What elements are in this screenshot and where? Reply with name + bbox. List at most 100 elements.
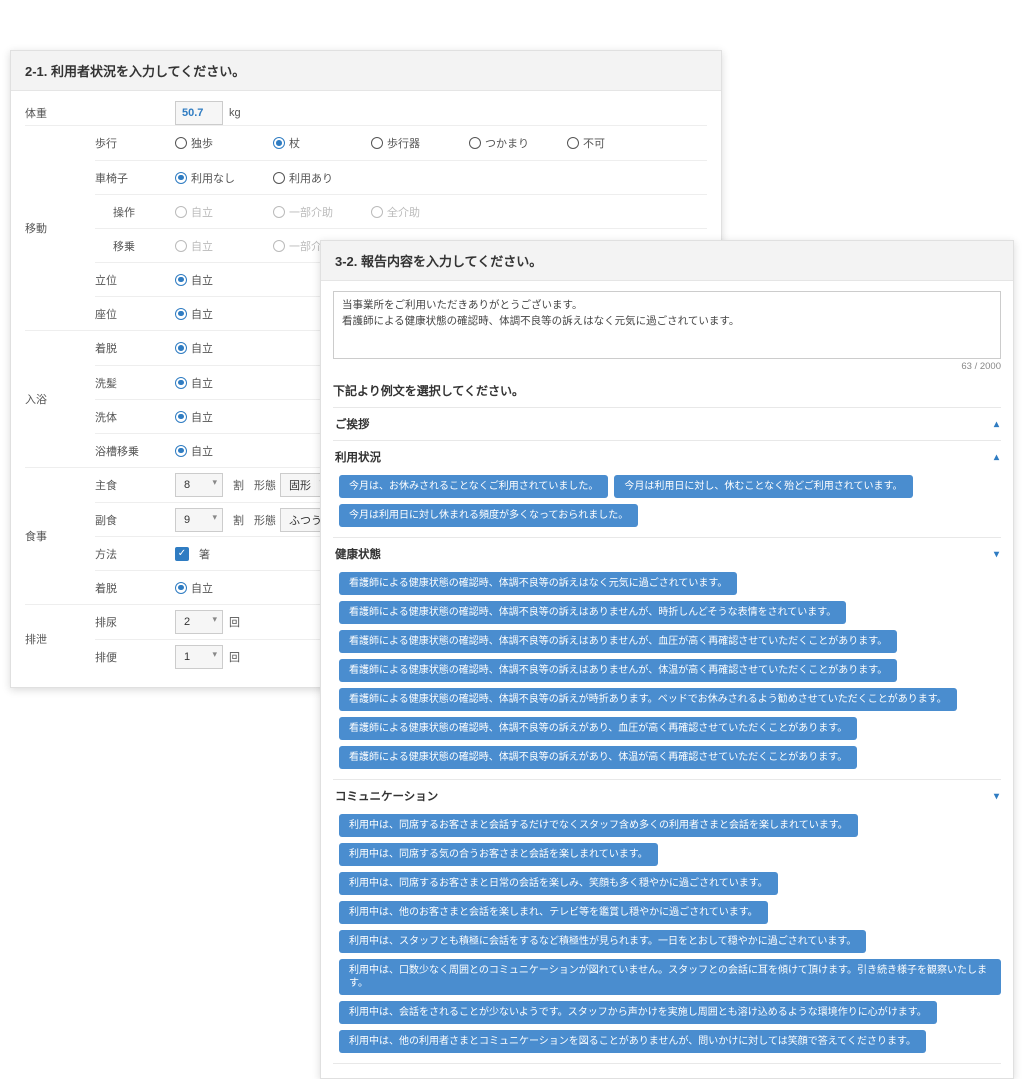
accordion-title: 健康状態 xyxy=(335,546,381,562)
radio-option[interactable]: 自立 xyxy=(175,580,267,596)
example-chip[interactable]: 利用中は、会話をされることが少ないようです。スタッフから声かけを実施し周囲とも溶… xyxy=(339,1001,937,1024)
example-chip[interactable]: 利用中は、同席するお客さまと会話するだけでなくスタッフ含め多くの利用者さまと会話… xyxy=(339,814,858,837)
example-chip[interactable]: 看護師による健康状態の確認時、体調不良等の訴えはありませんが、体温が高く再確認さ… xyxy=(339,659,897,682)
example-chip[interactable]: 利用中は、同席する気の合うお客さまと会話を楽しまれています。 xyxy=(339,843,658,866)
row-wheelchair: 車椅子利用なし利用あり xyxy=(95,160,707,194)
sublabel: 移乗 xyxy=(95,238,175,254)
radio-option[interactable]: 歩行器 xyxy=(371,135,463,151)
accordion-header[interactable]: コミュニケーション▾ xyxy=(333,780,1001,812)
radio-icon xyxy=(175,137,187,149)
accordion-header[interactable]: ご挨拶▴ xyxy=(333,408,1001,440)
radio-option[interactable]: 杖 xyxy=(273,135,365,151)
meal-label: 食事 xyxy=(25,468,95,604)
radio-option[interactable]: 自立 xyxy=(175,409,267,425)
accordion-section: コミュニケーション▾利用中は、同席するお客さまと会話するだけでなくスタッフ含め多… xyxy=(333,779,1001,1064)
example-chip[interactable]: 今月は、お休みされることなくご利用されていました。 xyxy=(339,475,608,498)
radio-option[interactable]: 自立 xyxy=(175,272,267,288)
example-chip[interactable]: 利用中は、他のお客さまと会話を楽しまれ、テレビ等を鑑賞し穏やかに過ごされています… xyxy=(339,901,768,924)
staple-value-select[interactable]: 8 xyxy=(175,473,223,497)
radio-icon xyxy=(371,137,383,149)
sublabel: 操作 xyxy=(95,204,175,220)
radio-icon xyxy=(175,308,187,320)
example-chip[interactable]: 看護師による健康状態の確認時、体調不良等の訴えが時折あります。ベッドでお休みされ… xyxy=(339,688,957,711)
example-chip[interactable]: 今月は利用日に対し休まれる頻度が多くなっておられました。 xyxy=(339,504,638,527)
example-header: 下記より例文を選択してください。 xyxy=(333,382,1001,399)
bath-label: 入浴 xyxy=(25,331,95,467)
stool-value-select[interactable]: 1 xyxy=(175,645,223,669)
section-title-3-2: 3-2. 報告内容を入力してください。 xyxy=(321,241,1013,281)
side-value-select[interactable]: 9 xyxy=(175,508,223,532)
chip-list: 今月は、お休みされることなくご利用されていました。今月は利用日に対し、休むことな… xyxy=(333,473,1001,537)
example-accordion: ご挨拶▴利用状況▴今月は、お休みされることなくご利用されていました。今月は利用日… xyxy=(333,407,1001,1064)
radio-icon xyxy=(273,240,285,252)
accordion-title: ご挨拶 xyxy=(335,416,370,432)
radio-label: 自立 xyxy=(191,272,213,288)
radio-label: 自立 xyxy=(191,443,213,459)
section-title-2-1: 2-1. 利用者状況を入力してください。 xyxy=(11,51,721,91)
radio-option[interactable]: 利用あり xyxy=(273,170,365,186)
radio-option: 全介助 xyxy=(371,204,463,220)
sublabel: 浴槽移乗 xyxy=(95,443,175,459)
method-label: 方法 xyxy=(95,546,175,562)
method-checkbox[interactable]: ✓ xyxy=(175,547,189,561)
radio-label: 不可 xyxy=(583,135,605,151)
radio-icon xyxy=(175,274,187,286)
radio-label: 全介助 xyxy=(387,204,420,220)
radio-option[interactable]: 不可 xyxy=(567,135,659,151)
chip-list: 利用中は、同席するお客さまと会話するだけでなくスタッフ含め多くの利用者さまと会話… xyxy=(333,812,1001,1063)
example-chip[interactable]: 看護師による健康状態の確認時、体調不良等の訴えはなく元気に過ごされています。 xyxy=(339,572,737,595)
radio-label: 自立 xyxy=(191,238,213,254)
radio-icon xyxy=(175,377,187,389)
urine-value-select[interactable]: 2 xyxy=(175,610,223,634)
radio-icon xyxy=(175,411,187,423)
radio-icon xyxy=(273,137,285,149)
radio-option[interactable]: つかまり xyxy=(469,135,561,151)
radio-icon xyxy=(567,137,579,149)
sublabel: 洗体 xyxy=(95,409,175,425)
radio-option: 自立 xyxy=(175,238,267,254)
weight-unit: kg xyxy=(229,107,241,119)
radio-icon xyxy=(175,172,187,184)
radio-icon xyxy=(175,240,187,252)
radio-option[interactable]: 利用なし xyxy=(175,170,267,186)
radio-icon xyxy=(175,582,187,594)
radio-option[interactable]: 自立 xyxy=(175,375,267,391)
report-textarea[interactable]: 当事業所をご利用いただきありがとうございます。 看護師による健康状態の確認時、体… xyxy=(333,291,1001,359)
radio-label: 独歩 xyxy=(191,135,213,151)
example-chip[interactable]: 看護師による健康状態の確認時、体調不良等の訴えはありませんが、時折しんどそうな表… xyxy=(339,601,846,624)
radio-label: 歩行器 xyxy=(387,135,420,151)
radio-option[interactable]: 自立 xyxy=(175,340,267,356)
stool-label: 排便 xyxy=(95,649,175,665)
row-weight: 体重 kg xyxy=(25,91,707,125)
chevron-down-icon: ▾ xyxy=(994,549,999,560)
radio-icon xyxy=(273,172,285,184)
radio-option: 自立 xyxy=(175,204,267,220)
example-chip[interactable]: 今月は利用日に対し、休むことなく殆どご利用されています。 xyxy=(614,475,912,498)
radio-option[interactable]: 独歩 xyxy=(175,135,267,151)
radio-option[interactable]: 自立 xyxy=(175,443,267,459)
example-chip[interactable]: 利用中は、他の利用者さまとコミュニケーションを図ることがありませんが、問いかけに… xyxy=(339,1030,926,1053)
side-label: 副食 xyxy=(95,512,175,528)
radio-label: 一部介助 xyxy=(289,204,333,220)
chevron-down-icon: ▾ xyxy=(994,791,999,802)
movement-label: 移動 xyxy=(25,126,95,330)
sublabel: 洗髪 xyxy=(95,375,175,391)
radio-option[interactable]: 自立 xyxy=(175,306,267,322)
accordion-header[interactable]: 利用状況▴ xyxy=(333,441,1001,473)
urine-label: 排尿 xyxy=(95,614,175,630)
weight-input[interactable] xyxy=(175,101,223,125)
example-chip[interactable]: 利用中は、同席するお客さまと日常の会話を楽しみ、笑顔も多く穏やかに過ごされていま… xyxy=(339,872,778,895)
example-chip[interactable]: 利用中は、口数少なく周囲とのコミュニケーションが図れていません。スタッフとの会話… xyxy=(339,959,1001,995)
sublabel: 着脱 xyxy=(95,580,175,596)
radio-label: 自立 xyxy=(191,409,213,425)
row-operate: 操作自立 一部介助 全介助 xyxy=(95,194,707,228)
radio-label: 利用なし xyxy=(191,170,235,186)
accordion-header[interactable]: 健康状態 ▾ xyxy=(333,538,1001,570)
example-chip[interactable]: 看護師による健康状態の確認時、体調不良等の訴えはありませんが、血圧が高く再確認さ… xyxy=(339,630,897,653)
radio-label: 自立 xyxy=(191,204,213,220)
example-chip[interactable]: 利用中は、スタッフとも積極に会話をするなど積極性が見られます。一日をとおして穏や… xyxy=(339,930,866,953)
example-chip[interactable]: 看護師による健康状態の確認時、体調不良等の訴えがあり、体温が高く再確認させていた… xyxy=(339,746,857,769)
radio-icon xyxy=(273,206,285,218)
radio-icon xyxy=(469,137,481,149)
example-chip[interactable]: 看護師による健康状態の確認時、体調不良等の訴えがあり、血圧が高く再確認させていた… xyxy=(339,717,857,740)
